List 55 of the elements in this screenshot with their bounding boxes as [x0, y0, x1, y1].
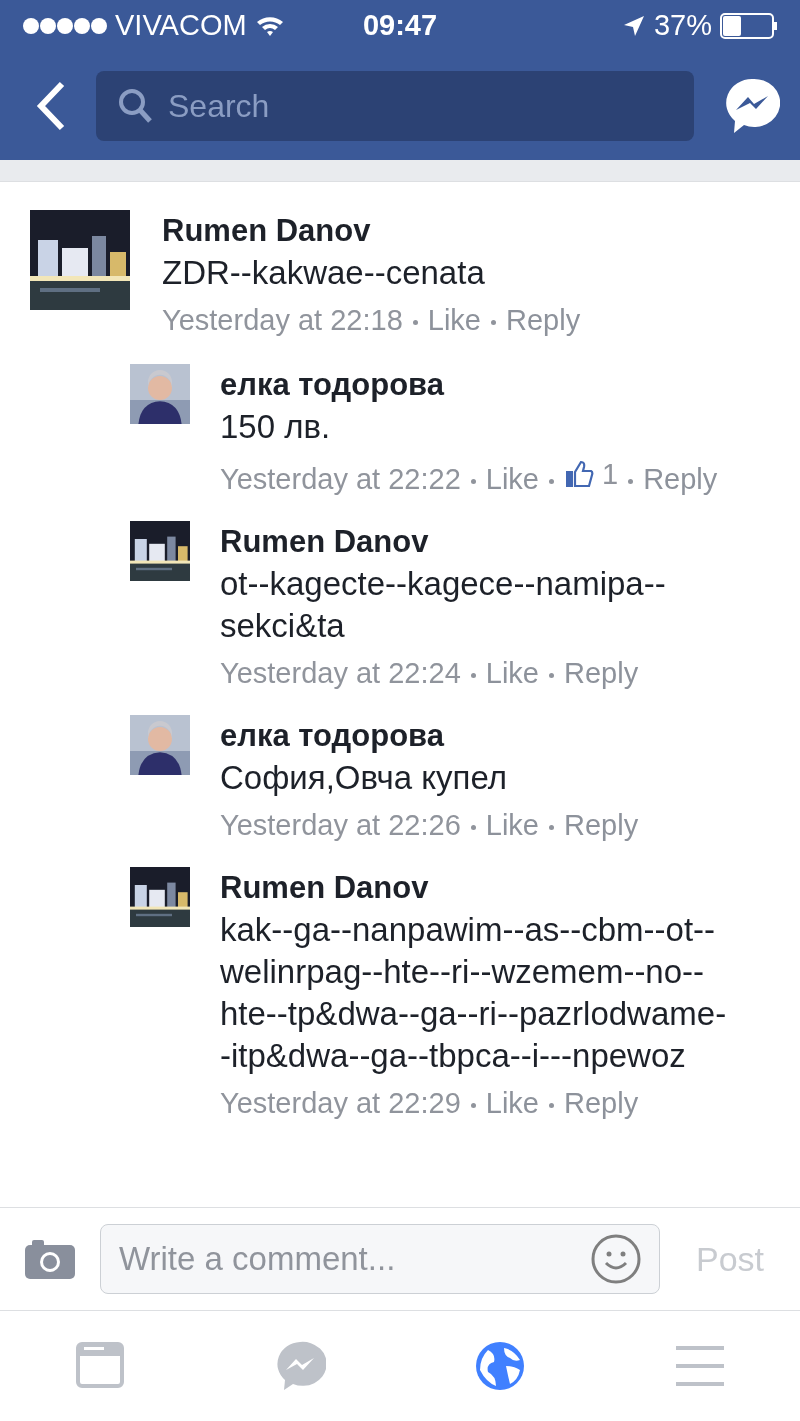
comment-action[interactable]: Reply [643, 463, 718, 495]
dot-separator [549, 1102, 554, 1108]
comment-text: 150 лв. [220, 407, 332, 447]
comment-time: Yesterday at 22:29 [220, 1087, 461, 1119]
comment-text: София,Овча купел [220, 758, 508, 798]
comment-text: kak--ga--nanpawim--as--cbm--ot--welinrpag--hte--ri--wzemem--no--hte--tp&dwa--ga--ri--pazrlodwame--itp&dwa--ga--tbpca--i---npewoz [220, 910, 728, 1076]
dot-separator [549, 824, 554, 830]
comment-text: ZDR--kakwae--cenata [162, 253, 486, 293]
dot-separator [470, 672, 476, 678]
like-count-icon [564, 459, 594, 489]
signal-icon [22, 17, 107, 35]
dot-separator [470, 824, 476, 830]
dot-separator [470, 1102, 476, 1108]
like-count: 1 [602, 457, 619, 492]
globe-icon [474, 1340, 526, 1392]
search-icon [118, 88, 152, 124]
comment-action[interactable]: Like [485, 657, 539, 689]
messenger-icon [274, 1340, 326, 1392]
comment-time: Yesterday at 22:26 [220, 809, 461, 841]
comment-action[interactable]: Like [427, 304, 481, 336]
search-field[interactable]: Search [96, 71, 694, 141]
author-name[interactable]: Rumen Danov [162, 210, 581, 252]
comment-text: ot--kagecte--kagece--namipa--sekci&ta [220, 564, 667, 646]
dot-separator [549, 672, 554, 678]
messenger-button[interactable] [724, 77, 780, 135]
comment-time: Yesterday at 22:24 [220, 657, 461, 689]
comment-action[interactable]: Reply [506, 304, 581, 336]
author-name[interactable]: елка тодорова [220, 715, 639, 757]
dot-separator [628, 478, 634, 484]
comment-time: Yesterday at 22:22 [220, 463, 461, 495]
comment-field[interactable]: Write a comment... [100, 1224, 660, 1294]
dot-separator [549, 478, 554, 484]
dot-separator [470, 478, 476, 484]
comment-time: Yesterday at 22:18 [162, 304, 403, 336]
author-name[interactable]: Rumen Danov [220, 867, 730, 909]
battery-icon [720, 13, 778, 39]
battery-percent: 37% [653, 8, 712, 44]
carrier-name: VIVACOM [115, 8, 247, 44]
back-icon [36, 81, 66, 131]
back-button[interactable] [36, 81, 66, 131]
comment-action[interactable]: Like [485, 809, 539, 841]
comment-action[interactable]: Reply [564, 1087, 639, 1119]
comment-action[interactable]: Like [485, 1087, 539, 1119]
camera-button[interactable] [24, 1238, 76, 1280]
camera-icon [24, 1238, 76, 1280]
comment-action[interactable]: Like [485, 463, 539, 495]
comment-action[interactable]: Reply [564, 809, 639, 841]
comment-action[interactable]: Reply [564, 657, 639, 689]
author-name[interactable]: Rumen Danov [220, 521, 730, 563]
emoji-icon [589, 1233, 642, 1285]
dot-separator [412, 319, 418, 325]
status-time: 09:47 [362, 8, 438, 44]
author-name[interactable]: елка тодорова [220, 364, 718, 406]
dot-separator [491, 319, 496, 325]
messenger-icon [724, 77, 780, 135]
